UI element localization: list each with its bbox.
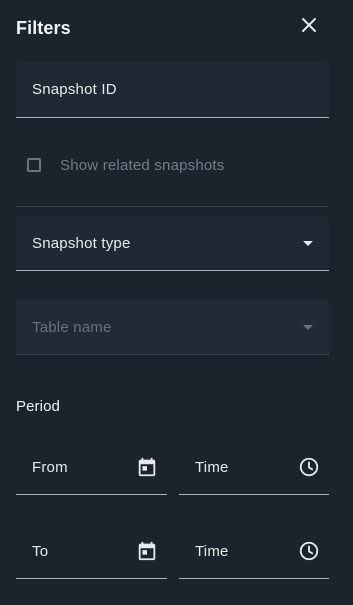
show-related-snapshots-label: Show related snapshots xyxy=(60,157,225,174)
arrow-drop-down-icon xyxy=(303,241,313,246)
table-name-select: Table name xyxy=(16,299,329,355)
from-time-label: Time xyxy=(195,459,229,476)
from-time-field[interactable]: Time xyxy=(179,438,329,495)
clock-icon[interactable] xyxy=(298,540,320,562)
snapshot-type-label: Snapshot type xyxy=(32,235,131,252)
show-related-snapshots-checkbox xyxy=(27,158,41,172)
from-date-field[interactable]: From xyxy=(16,438,167,495)
table-name-label: Table name xyxy=(32,319,112,336)
snapshot-id-label: Snapshot ID xyxy=(32,81,117,98)
close-button[interactable] xyxy=(296,12,322,38)
section-divider xyxy=(16,206,329,207)
show-related-snapshots-row: Show related snapshots xyxy=(16,144,329,186)
arrow-drop-down-icon xyxy=(303,325,313,330)
period-heading: Period xyxy=(16,398,60,415)
to-date-label: To xyxy=(32,543,49,560)
panel-title: Filters xyxy=(16,18,71,38)
to-time-label: Time xyxy=(195,543,229,560)
to-date-field[interactable]: To xyxy=(16,522,167,579)
close-icon xyxy=(302,18,316,32)
filters-panel: Filters Snapshot ID Show related snapsho… xyxy=(0,0,353,605)
clock-icon[interactable] xyxy=(298,456,320,478)
calendar-icon[interactable] xyxy=(136,540,158,562)
calendar-icon[interactable] xyxy=(136,456,158,478)
snapshot-type-select[interactable]: Snapshot type xyxy=(16,216,329,271)
snapshot-id-field[interactable]: Snapshot ID xyxy=(16,62,329,118)
to-time-field[interactable]: Time xyxy=(179,522,329,579)
from-date-label: From xyxy=(32,459,68,476)
